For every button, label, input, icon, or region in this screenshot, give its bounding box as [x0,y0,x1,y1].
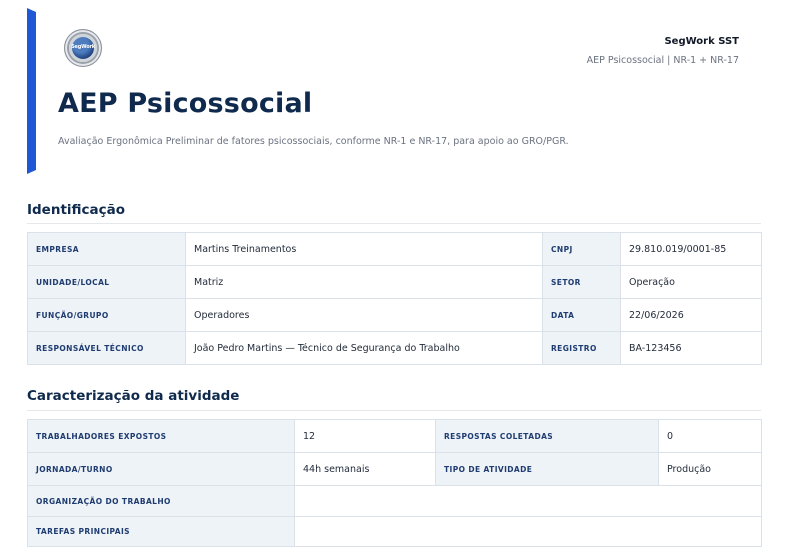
field-value-respostas: 0 [658,419,762,453]
field-value-responsavel: João Pedro Martins — Técnico de Seguranç… [185,331,543,365]
section-divider [27,223,761,224]
field-label: RESPOSTAS COLETADAS [435,419,659,453]
table-row: FUNÇÃO/GRUPO Operadores DATA 22/06/2026 [27,298,762,332]
page-description: Avaliação Ergonômica Preliminar de fator… [58,136,569,147]
field-value-funcao: Operadores [185,298,543,332]
field-label: TRABALHADORES EXPOSTOS [27,419,295,453]
table-row: RESPONSÁVEL TÉCNICO João Pedro Martins —… [27,331,762,365]
field-value-registro: BA-123456 [620,331,762,365]
field-label: EMPRESA [27,232,186,266]
field-label: DATA [542,298,621,332]
field-value-tipo-atividade: Produção [658,452,762,486]
field-value-unidade: Matriz [185,265,543,299]
header-accent-bar [27,8,36,174]
field-value-empresa: Martins Treinamentos [185,232,543,266]
brand-name: SegWork SST [664,36,739,47]
brand-block: SegWork SST AEP Psicossocial | NR-1 + NR… [587,36,739,66]
brand-subtitle: AEP Psicossocial | NR-1 + NR-17 [586,55,739,66]
field-value-jornada: 44h semanais [294,452,436,486]
table-row: TRABALHADORES EXPOSTOS 12 RESPOSTAS COLE… [27,419,762,453]
section-title-caracterizacao: Caracterização da atividade [27,388,240,404]
field-label: JORNADA/TURNO [27,452,295,486]
segwork-logo: SegWork [64,29,102,67]
field-label: ORGANIZAÇÃO DO TRABALHO [27,485,295,517]
field-value-trabalhadores: 12 [294,419,436,453]
field-label: RESPONSÁVEL TÉCNICO [27,331,186,365]
field-value-cnpj: 29.810.019/0001-85 [620,232,762,266]
section-divider [27,410,761,411]
table-row: JORNADA/TURNO 44h semanais TIPO DE ATIVI… [27,452,762,486]
field-value-data: 22/06/2026 [620,298,762,332]
field-value-tarefas [294,516,762,547]
field-value-organizacao [294,485,762,517]
field-label: TAREFAS PRINCIPAIS [27,516,295,547]
logo-text: SegWork [71,44,95,50]
page-title: AEP Psicossocial [58,88,313,119]
table-row: UNIDADE/LOCAL Matriz SETOR Operação [27,265,762,299]
field-label: TIPO DE ATIVIDADE [435,452,659,486]
field-value-setor: Operação [620,265,762,299]
field-label: CNPJ [542,232,621,266]
table-row: ORGANIZAÇÃO DO TRABALHO [27,485,762,517]
field-label: SETOR [542,265,621,299]
field-label: REGISTRO [542,331,621,365]
caracterizacao-table: TRABALHADORES EXPOSTOS 12 RESPOSTAS COLE… [27,419,762,547]
field-label: UNIDADE/LOCAL [27,265,186,299]
identificacao-table: EMPRESA Martins Treinamentos CNPJ 29.810… [27,232,762,365]
table-row: TAREFAS PRINCIPAIS [27,516,762,547]
field-label: FUNÇÃO/GRUPO [27,298,186,332]
table-row: EMPRESA Martins Treinamentos CNPJ 29.810… [27,232,762,266]
section-title-identificacao: Identificação [27,202,126,218]
